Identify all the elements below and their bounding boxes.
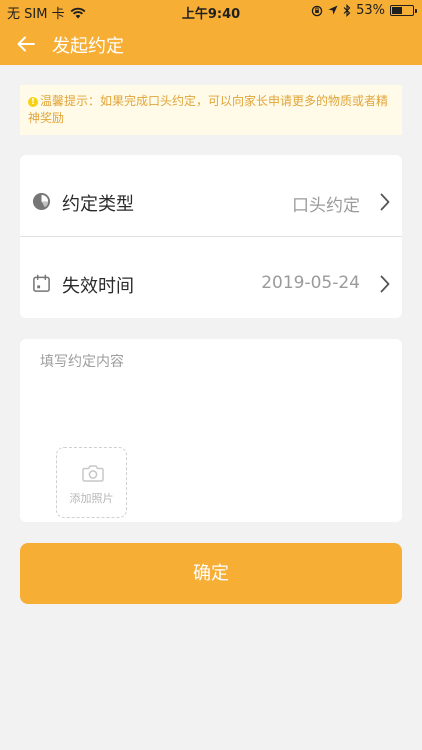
add-photo-label: 添加照片: [69, 492, 114, 505]
agreement-content-card: 添加照片: [20, 339, 402, 522]
bluetooth-icon: [343, 4, 351, 17]
tip-text: 温馨提示：如果完成口头约定，可以向家长申请更多的物质或者精神奖励: [28, 94, 389, 125]
agreement-settings-card: 约定类型 口头约定 失效时间 2019-05-24: [20, 155, 402, 318]
add-photo-button[interactable]: 添加照片: [56, 447, 127, 518]
camera-icon: [82, 465, 104, 482]
back-arrow-icon[interactable]: [16, 34, 36, 54]
location-icon: [328, 5, 338, 15]
page-title: 发起约定: [52, 36, 124, 57]
confirm-button[interactable]: 确定: [20, 543, 402, 604]
chevron-right-icon: [380, 193, 390, 211]
expiry-time-row[interactable]: 失效时间 2019-05-24: [20, 237, 402, 318]
orientation-lock-icon: [311, 5, 323, 16]
agreement-type-row[interactable]: 约定类型 口头约定: [20, 155, 402, 236]
nav-bar: 发起约定: [0, 22, 422, 65]
battery-percent: 53%: [356, 3, 385, 18]
expiry-time-value: 2019-05-24: [261, 273, 360, 293]
agreement-content-input[interactable]: [40, 351, 380, 373]
agreement-type-value: 口头约定: [292, 196, 360, 216]
info-icon: !: [28, 97, 38, 107]
calendar-icon: [33, 274, 50, 292]
pie-chart-icon: [32, 192, 51, 211]
expiry-time-label: 失效时间: [62, 276, 134, 297]
tip-banner: ! 温馨提示：如果完成口头约定，可以向家长申请更多的物质或者精神奖励: [20, 85, 402, 135]
battery-level: [392, 7, 402, 14]
agreement-type-label: 约定类型: [62, 194, 134, 215]
battery-icon: [390, 5, 417, 16]
chevron-right-icon: [380, 275, 390, 293]
status-bar: 无 SIM 卡 上午9:40 53%: [0, 0, 422, 22]
